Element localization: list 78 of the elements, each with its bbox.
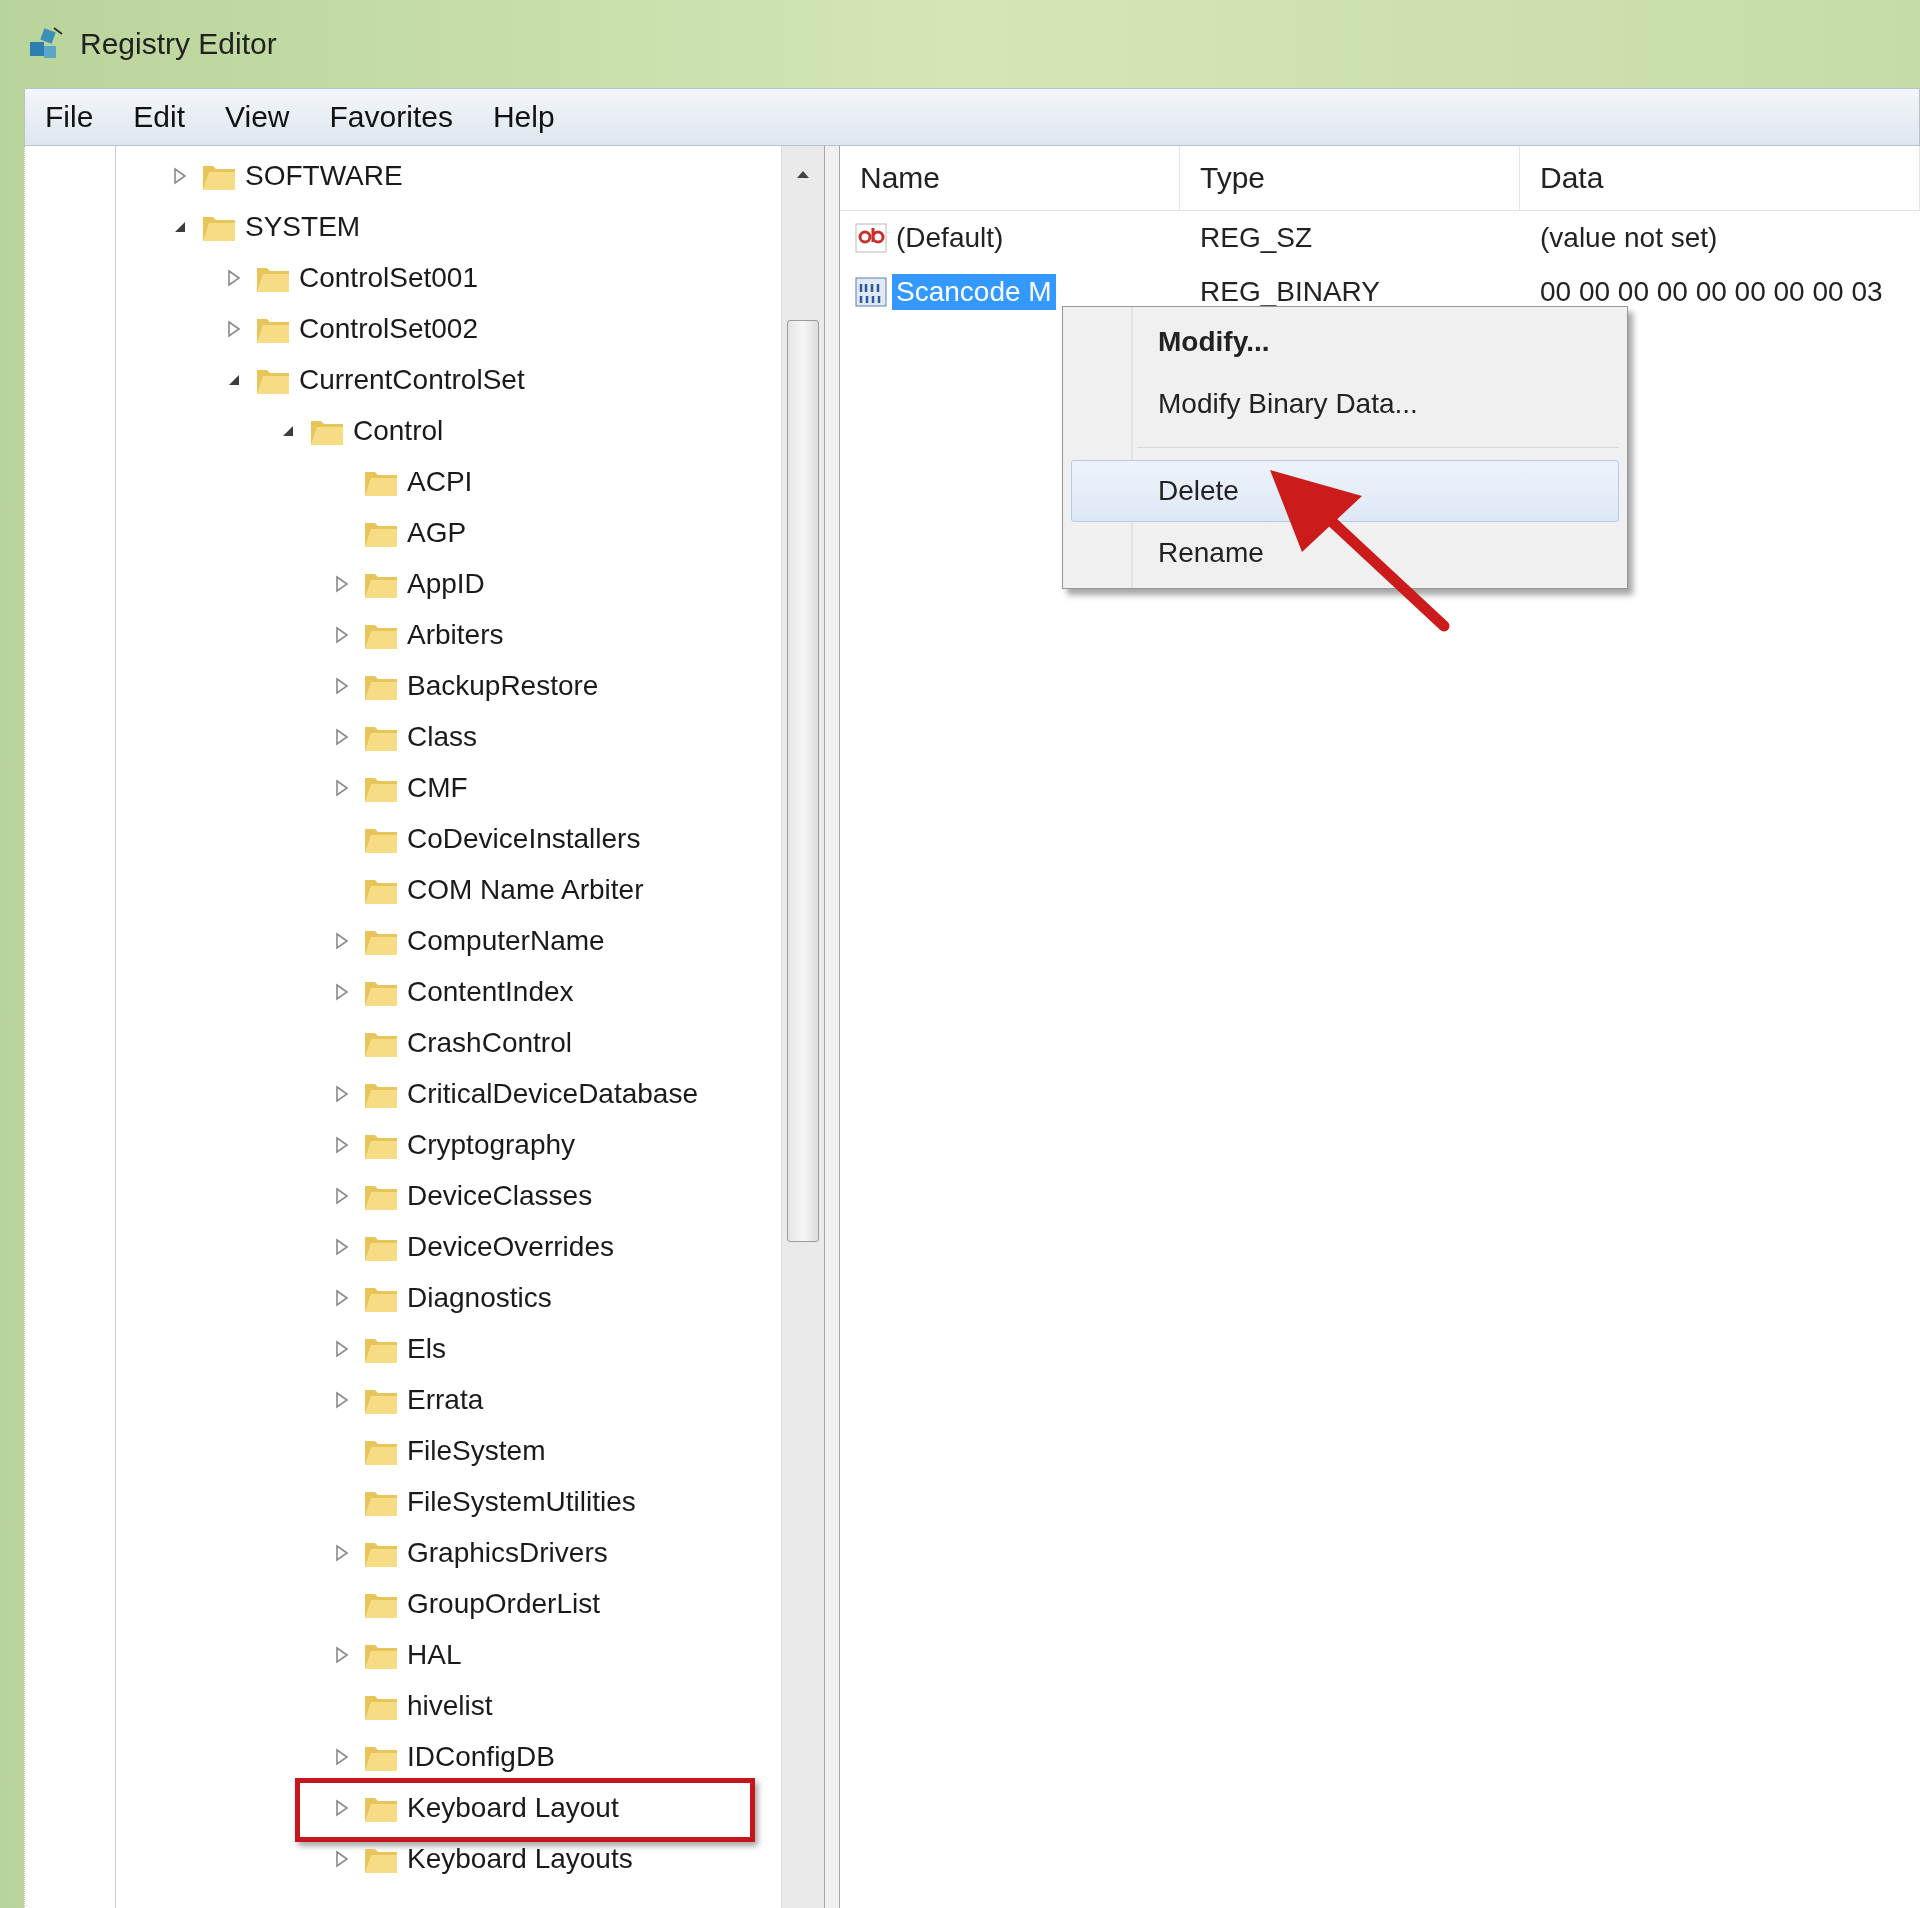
tree-item[interactable]: Els xyxy=(407,1332,446,1365)
tree-item[interactable]: Cryptography xyxy=(407,1128,576,1161)
expand-arrow-icon[interactable] xyxy=(335,625,349,644)
expand-arrow-icon[interactable] xyxy=(335,727,349,746)
expand-arrow-icon[interactable] xyxy=(227,268,241,287)
menu-item[interactable]: Rename xyxy=(1071,522,1619,584)
expand-arrow-icon[interactable] xyxy=(227,319,241,338)
tree-item[interactable]: CMF xyxy=(407,771,468,804)
tree-item[interactable]: Control xyxy=(353,414,444,447)
tree-item[interactable]: ACPI xyxy=(407,465,473,498)
expand-arrow-icon[interactable] xyxy=(335,1543,349,1562)
expand-arrow-icon[interactable] xyxy=(335,1135,349,1154)
tree-item[interactable]: CriticalDeviceDatabase xyxy=(407,1077,698,1110)
tree-item[interactable]: GroupOrderList xyxy=(407,1587,600,1620)
tree-item[interactable]: SYSTEM xyxy=(245,210,361,243)
menu-item[interactable]: Modify... xyxy=(1071,311,1619,373)
tree-item[interactable]: DeviceOverrides xyxy=(407,1230,614,1263)
expand-arrow-icon[interactable] xyxy=(335,1186,349,1205)
tree-item[interactable]: GraphicsDrivers xyxy=(407,1536,608,1569)
window-title: Registry Editor xyxy=(80,27,277,61)
tree-item[interactable]: AGP xyxy=(407,516,467,549)
expand-arrow-icon[interactable] xyxy=(173,166,187,185)
column-header[interactable]: Type xyxy=(1180,146,1520,210)
tree-item[interactable]: Keyboard Layout xyxy=(407,1791,619,1824)
tree-item[interactable]: HAL xyxy=(407,1638,462,1671)
menu-item[interactable]: Delete xyxy=(1071,460,1619,522)
expand-arrow-icon[interactable] xyxy=(335,1849,349,1868)
expand-arrow-icon[interactable] xyxy=(335,574,349,593)
column-header[interactable]: Data xyxy=(1520,146,1920,210)
string-value-icon xyxy=(854,222,888,254)
tree-item[interactable]: ControlSet001 xyxy=(299,261,478,294)
tree-item[interactable]: SOFTWARE xyxy=(245,159,403,192)
tree-item[interactable]: DeviceClasses xyxy=(407,1179,593,1212)
expand-arrow-icon[interactable] xyxy=(335,778,349,797)
menu-item[interactable]: Favorites xyxy=(329,100,453,134)
value-data: 00 00 00 00 00 00 00 00 03 xyxy=(1539,276,1883,308)
tree-item[interactable]: IDConfigDB xyxy=(407,1740,555,1773)
expand-arrow-icon[interactable] xyxy=(335,1798,349,1817)
tree-item[interactable]: AppID xyxy=(407,567,485,600)
menu-item[interactable]: Edit xyxy=(133,100,186,134)
menu-item[interactable]: Help xyxy=(492,100,555,134)
scrollbar-thumb[interactable] xyxy=(787,320,819,1242)
tree-item[interactable]: FileSystemUtilities xyxy=(407,1485,636,1518)
tree-item[interactable]: ComputerName xyxy=(407,924,605,957)
value-name[interactable]: (Default) xyxy=(892,220,1008,256)
value-type: REG_SZ xyxy=(1199,222,1314,254)
tree-item[interactable]: COM Name Arbiter xyxy=(407,873,644,906)
expand-arrow-icon[interactable] xyxy=(335,931,349,950)
tree-item[interactable]: CoDeviceInstallers xyxy=(407,822,641,855)
expand-arrow-icon[interactable] xyxy=(335,676,349,695)
expand-arrow-icon[interactable] xyxy=(335,1237,349,1256)
tree-item[interactable]: Class xyxy=(407,720,477,753)
binary-value-icon xyxy=(854,276,888,308)
expand-arrow-icon[interactable] xyxy=(335,1645,349,1664)
expand-arrow-icon[interactable] xyxy=(335,1084,349,1103)
tree-item[interactable]: ContentIndex xyxy=(407,975,574,1008)
column-header[interactable]: Name xyxy=(840,146,1180,210)
tree-item[interactable]: ControlSet002 xyxy=(299,312,478,345)
tree-item[interactable]: Arbiters xyxy=(407,618,504,651)
expand-arrow-icon[interactable] xyxy=(335,1390,349,1409)
value-type: REG_BINARY xyxy=(1199,276,1381,308)
expand-arrow-icon[interactable] xyxy=(335,1747,349,1766)
scrollbar[interactable] xyxy=(781,146,824,1908)
tree-item[interactable]: CurrentControlSet xyxy=(299,363,525,396)
menu-item[interactable]: File xyxy=(45,100,94,134)
tree-item[interactable]: BackupRestore xyxy=(407,669,599,702)
expand-arrow-icon[interactable] xyxy=(335,982,349,1001)
tree-item[interactable]: Errata xyxy=(407,1383,484,1416)
expand-arrow-icon[interactable] xyxy=(335,1339,349,1358)
menu-item[interactable]: View xyxy=(225,100,290,134)
value-data: (value not set) xyxy=(1539,222,1718,254)
tree-item[interactable]: Diagnostics xyxy=(407,1281,552,1314)
tree-item[interactable]: FileSystem xyxy=(407,1434,546,1467)
tree-item[interactable]: hivelist xyxy=(407,1689,493,1722)
menu-item[interactable]: Modify Binary Data... xyxy=(1071,373,1619,435)
tree-item[interactable]: Keyboard Layouts xyxy=(407,1842,633,1875)
tree-item[interactable]: CrashControl xyxy=(407,1026,572,1059)
expand-arrow-icon[interactable] xyxy=(335,1288,349,1307)
